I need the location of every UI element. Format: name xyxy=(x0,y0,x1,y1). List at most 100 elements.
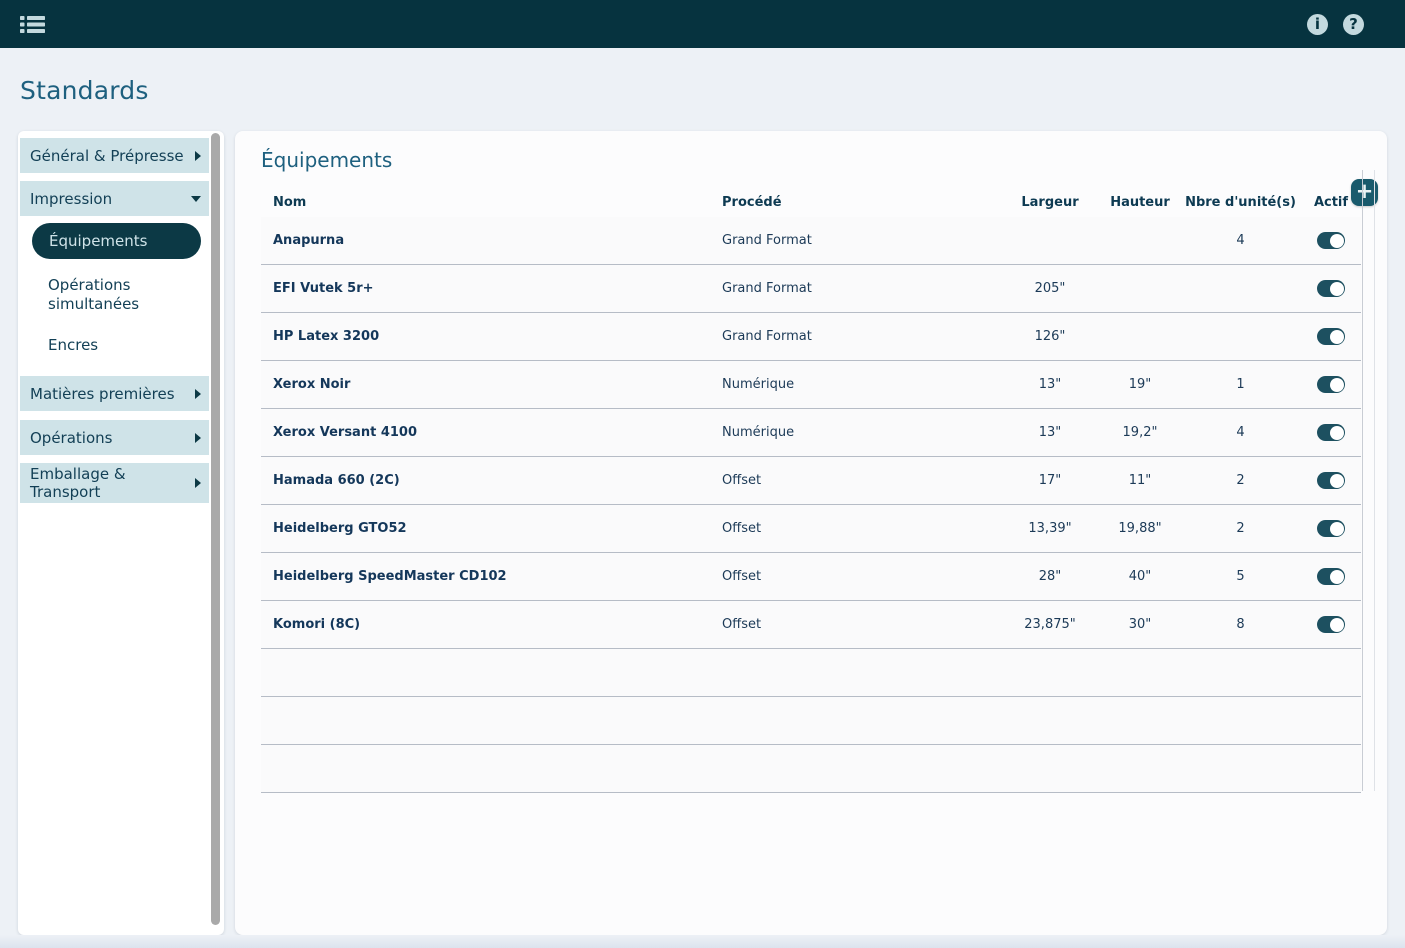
actif-toggle[interactable] xyxy=(1317,280,1345,297)
sidebar-item-emballage-transport[interactable]: Emballage & Transport xyxy=(20,463,209,503)
actif-toggle[interactable] xyxy=(1317,472,1345,489)
table-row[interactable]: Hamada 660 (2C) Offset 17" 11" 2 xyxy=(261,457,1361,505)
sidebar-item-label: Opérations xyxy=(30,429,112,447)
sidebar: Général & Prépresse Impression Équipemen… xyxy=(18,131,224,935)
cell-largeur: 23,875" xyxy=(1000,617,1100,632)
sidebar-item-label: Emballage & Transport xyxy=(30,465,150,501)
cell-largeur: 17" xyxy=(1000,473,1100,488)
cell-unites: 4 xyxy=(1180,425,1301,440)
column-header-actif: Actif xyxy=(1301,195,1361,210)
cell-nom: Heidelberg SpeedMaster CD102 xyxy=(261,569,710,584)
cell-nom: EFI Vutek 5r+ xyxy=(261,281,710,296)
actif-toggle[interactable] xyxy=(1317,232,1345,249)
chevron-right-icon xyxy=(195,389,201,399)
actif-toggle[interactable] xyxy=(1317,424,1345,441)
chevron-down-icon xyxy=(191,196,201,202)
sidebar-menu: Général & Prépresse Impression Équipemen… xyxy=(20,138,209,503)
cell-nom: Xerox Versant 4100 xyxy=(261,425,710,440)
toggle-knob xyxy=(1330,378,1344,392)
sidebar-item-label: Équipements xyxy=(49,232,147,250)
cell-procede: Offset xyxy=(710,521,1000,536)
table-header-row: Nom Procédé Largeur Hauteur Nbre d'unité… xyxy=(261,187,1361,217)
cell-unites: 1 xyxy=(1180,377,1301,392)
equipment-panel: Équipements + Nom Procédé Largeur Hauteu… xyxy=(235,131,1387,935)
page-title: Standards xyxy=(20,76,149,105)
toggle-knob xyxy=(1330,426,1344,440)
table-row[interactable]: Xerox Noir Numérique 13" 19" 1 xyxy=(261,361,1361,409)
cell-procede: Offset xyxy=(710,473,1000,488)
sidebar-item-label: Matières premières xyxy=(30,385,175,403)
sidebar-scrollbar-thumb[interactable] xyxy=(211,133,220,925)
empty-table-row xyxy=(261,697,1361,745)
empty-table-row xyxy=(261,745,1361,793)
table-row[interactable]: Komori (8C) Offset 23,875" 30" 8 xyxy=(261,601,1361,649)
page-bottom-fade xyxy=(0,935,1405,948)
chevron-right-icon xyxy=(195,151,201,161)
cell-hauteur: 19,2" xyxy=(1100,425,1180,440)
actif-toggle[interactable] xyxy=(1317,520,1345,537)
cell-unites: 8 xyxy=(1180,617,1301,632)
cell-nom: Xerox Noir xyxy=(261,377,710,392)
info-icon[interactable]: i xyxy=(1307,14,1328,35)
table-row[interactable]: EFI Vutek 5r+ Grand Format 205" xyxy=(261,265,1361,313)
table-row[interactable]: Anapurna Grand Format 4 xyxy=(261,217,1361,265)
cell-largeur: 205" xyxy=(1000,281,1100,296)
cell-procede: Grand Format xyxy=(710,281,1000,296)
table-scrollbar-track xyxy=(1362,170,1375,791)
help-icon[interactable]: ? xyxy=(1343,14,1364,35)
toggle-knob xyxy=(1330,474,1344,488)
toggle-knob xyxy=(1330,282,1344,296)
sidebar-item-operations[interactable]: Opérations xyxy=(20,420,209,455)
sidebar-item-encres[interactable]: Encres xyxy=(48,336,209,355)
table-row[interactable]: Heidelberg GTO52 Offset 13,39" 19,88" 2 xyxy=(261,505,1361,553)
cell-unites: 2 xyxy=(1180,473,1301,488)
sidebar-item-operations-simultanees[interactable]: Opérations simultanées xyxy=(48,276,178,314)
chevron-right-icon xyxy=(195,433,201,443)
cell-procede: Offset xyxy=(710,569,1000,584)
cell-nom: Anapurna xyxy=(261,233,710,248)
cell-hauteur: 40" xyxy=(1100,569,1180,584)
cell-procede: Numérique xyxy=(710,377,1000,392)
equipment-table: Nom Procédé Largeur Hauteur Nbre d'unité… xyxy=(261,187,1361,793)
menu-list-icon[interactable] xyxy=(20,12,45,37)
table-row[interactable]: Xerox Versant 4100 Numérique 13" 19,2" 4 xyxy=(261,409,1361,457)
toggle-knob xyxy=(1330,522,1344,536)
cell-largeur: 28" xyxy=(1000,569,1100,584)
cell-unites: 5 xyxy=(1180,569,1301,584)
sidebar-item-label: Général & Prépresse xyxy=(30,147,184,165)
sidebar-item-matieres-premieres[interactable]: Matières premières xyxy=(20,376,209,411)
actif-toggle[interactable] xyxy=(1317,616,1345,633)
sidebar-item-equipements-selected[interactable]: Équipements xyxy=(32,223,201,259)
column-header-hauteur: Hauteur xyxy=(1100,195,1180,210)
cell-nom: Komori (8C) xyxy=(261,617,710,632)
cell-largeur: 13" xyxy=(1000,377,1100,392)
column-header-unites: Nbre d'unité(s) xyxy=(1180,195,1301,210)
column-header-largeur: Largeur xyxy=(1000,195,1100,210)
sidebar-item-general-prepresse[interactable]: Général & Prépresse xyxy=(20,138,209,173)
cell-hauteur: 19" xyxy=(1100,377,1180,392)
panel-title: Équipements xyxy=(261,148,392,172)
cell-procede: Grand Format xyxy=(710,233,1000,248)
column-header-nom: Nom xyxy=(261,195,710,210)
actif-toggle[interactable] xyxy=(1317,328,1345,345)
sidebar-scrollbar xyxy=(211,133,221,931)
column-header-procede: Procédé xyxy=(710,195,1000,210)
cell-hauteur: 11" xyxy=(1100,473,1180,488)
toggle-knob xyxy=(1330,570,1344,584)
cell-largeur: 13" xyxy=(1000,425,1100,440)
table-row[interactable]: Heidelberg SpeedMaster CD102 Offset 28" … xyxy=(261,553,1361,601)
cell-unites: 4 xyxy=(1180,233,1301,248)
chevron-right-icon xyxy=(195,478,201,488)
topbar: i ? xyxy=(0,0,1405,48)
actif-toggle[interactable] xyxy=(1317,568,1345,585)
cell-nom: HP Latex 3200 xyxy=(261,329,710,344)
toggle-knob xyxy=(1330,234,1344,248)
toggle-knob xyxy=(1330,330,1344,344)
cell-largeur: 126" xyxy=(1000,329,1100,344)
empty-table-row xyxy=(261,649,1361,697)
actif-toggle[interactable] xyxy=(1317,376,1345,393)
cell-hauteur: 19,88" xyxy=(1100,521,1180,536)
cell-procede: Grand Format xyxy=(710,329,1000,344)
table-row[interactable]: HP Latex 3200 Grand Format 126" xyxy=(261,313,1361,361)
sidebar-item-impression[interactable]: Impression xyxy=(20,181,209,216)
